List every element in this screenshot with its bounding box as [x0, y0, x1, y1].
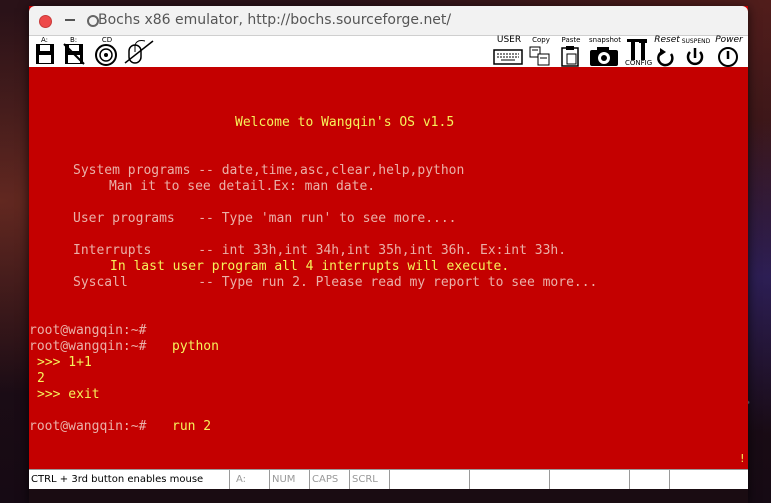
num-lock-indicator: NUM — [270, 470, 310, 489]
paste-button[interactable]: Paste — [558, 36, 584, 67]
snapshot-button[interactable]: snapshot — [587, 36, 623, 67]
user-label: USER — [496, 35, 522, 45]
paste-icon — [561, 46, 579, 67]
system-programs-line: System programs -- date,time,asc,clear,h… — [73, 163, 465, 178]
copy-label: Copy — [532, 36, 550, 44]
python-input-line: >>> 1+1 — [37, 355, 92, 370]
cdrom-icon — [95, 44, 117, 66]
interrupts-line: Interrupts -- int 33h,int 34h,int 35h,in… — [73, 243, 567, 258]
text-cursor: ! — [739, 452, 746, 465]
user-programs-line: User programs -- Type 'man run' to see m… — [73, 211, 457, 226]
suspend-button[interactable]: SUSPEND — [681, 36, 711, 67]
user-button[interactable]: USER — [493, 36, 525, 67]
paste-label: Paste — [561, 36, 581, 44]
shell-prompt: root@wangqin:~# — [29, 323, 147, 338]
camera-icon — [590, 47, 618, 66]
syscall-line: Syscall -- Type run 2. Please read my re… — [73, 275, 598, 290]
snapshot-label: snapshot — [589, 36, 621, 44]
reset-icon — [657, 48, 674, 67]
window-title: Bochs x86 emulator, http://bochs.sourcef… — [98, 12, 452, 28]
status-slot — [550, 470, 630, 489]
close-button[interactable] — [39, 15, 52, 28]
command-python: python — [172, 339, 219, 354]
floppy-b-button[interactable]: B: — [62, 36, 88, 67]
window-bottom-edge — [29, 489, 748, 503]
status-slot — [470, 470, 550, 489]
floppy-a-button[interactable]: A: — [33, 36, 59, 67]
keyboard-icon — [493, 49, 523, 65]
command-run: run 2 — [172, 419, 212, 434]
mouse-toggle-button[interactable] — [123, 36, 157, 67]
caps-lock-indicator: CAPS — [310, 470, 350, 489]
reset-label: Reset — [654, 35, 680, 45]
system-programs-detail: Man it to see detail.Ex: man date. — [109, 179, 376, 194]
config-tools-icon — [627, 39, 647, 60]
welcome-banner: Welcome to Wangqin's OS v1.5 — [235, 115, 455, 130]
power-button[interactable]: Power — [713, 36, 745, 67]
status-bar: CTRL + 3rd button enables mouse A: NUM C… — [29, 469, 748, 489]
floppy-icon — [36, 44, 54, 64]
copy-button[interactable]: Copy — [528, 36, 554, 67]
interrupts-detail: In last user program all 4 interrupts wi… — [110, 259, 510, 274]
shell-prompt: root@wangqin:~# — [29, 339, 147, 354]
power-icon — [718, 47, 738, 67]
scroll-lock-indicator: SCRL — [350, 470, 390, 489]
emulator-screen[interactable]: Welcome to Wangqin's OS v1.5 System prog… — [29, 67, 748, 468]
cdrom-button[interactable]: CD — [93, 36, 121, 67]
config-label: CONFIG — [625, 59, 653, 67]
toolbar: A: B: CD USER Copy Paste snapshot CONFIG… — [29, 36, 748, 67]
reset-button[interactable]: Reset — [653, 36, 681, 67]
config-button[interactable]: CONFIG — [625, 36, 653, 67]
status-slot — [630, 470, 670, 489]
mouse-hint: CTRL + 3rd button enables mouse — [29, 470, 230, 489]
minimize-button[interactable] — [65, 19, 75, 21]
suspend-label: SUSPEND — [681, 38, 711, 45]
floppy-icon — [63, 43, 85, 65]
suspend-icon — [686, 48, 704, 66]
shell-prompt: root@wangqin:~# — [29, 419, 147, 434]
bochs-window: Bochs x86 emulator, http://bochs.sourcef… — [29, 6, 748, 503]
copy-icon — [529, 46, 550, 66]
drive-indicator: A: — [230, 470, 270, 489]
status-slot — [670, 470, 748, 489]
status-slot — [390, 470, 470, 489]
mouse-disabled-icon — [124, 40, 154, 64]
title-bar[interactable]: Bochs x86 emulator, http://bochs.sourcef… — [29, 6, 748, 36]
python-output-line: 2 — [37, 371, 45, 386]
python-exit-line: >>> exit — [37, 387, 100, 402]
power-label: Power — [715, 35, 743, 45]
